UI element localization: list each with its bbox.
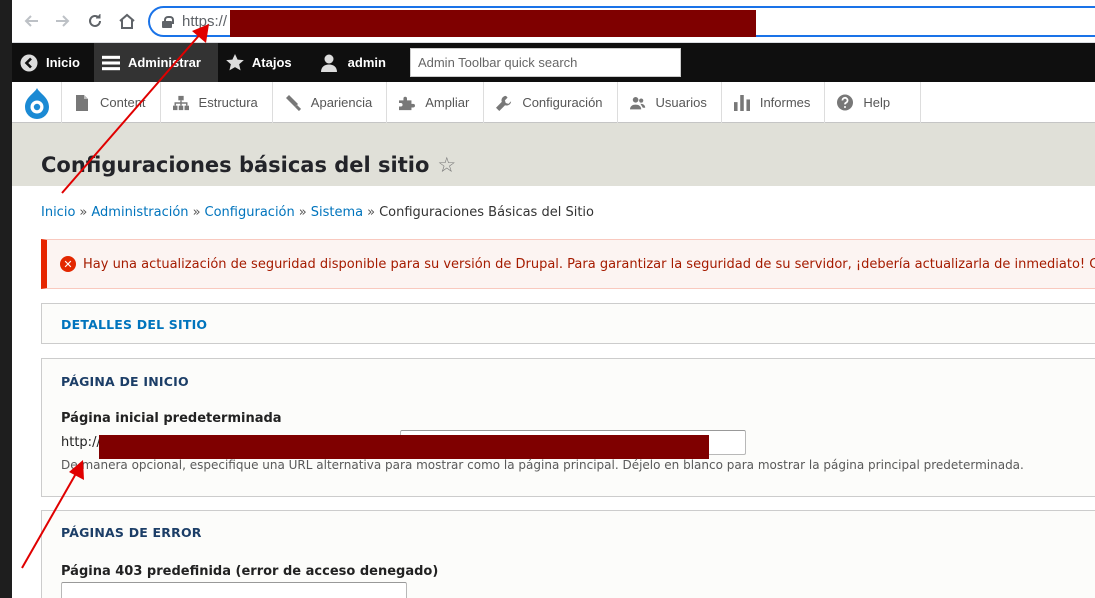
breadcrumb-separator: » [192,205,201,220]
toolbar-item-admin[interactable]: admin [306,43,400,82]
breadcrumb-link-configuracion[interactable]: Configuración [205,205,295,220]
admin-menu-tray: Content Estructura Apariencia Ampliar Co… [12,82,1095,123]
tray-label: Content [100,95,146,110]
site-details-section[interactable]: DETALLES DEL SITIO [41,303,1095,344]
tray-label: Help [863,95,891,110]
tray-label: Estructura [198,95,258,110]
tray-item-usuarios[interactable]: Usuarios [618,82,722,123]
tray-item-apariencia[interactable]: Apariencia [273,82,388,123]
bar-chart-icon [733,94,750,111]
reload-icon[interactable] [82,8,108,34]
browser-address-bar: https:// [12,0,1095,43]
page-header: Configuraciones básicas del sitio ☆ [12,123,1095,186]
shortcut-star-icon[interactable]: ☆ [437,153,456,177]
toolbar-item-atajos[interactable]: Atajos [218,43,306,82]
error-icon: ✕ [60,256,76,272]
toolbar-label: Administrar [127,55,201,70]
structure-icon [172,95,189,111]
breadcrumb-current: Configuraciones Básicas del Sitio [379,205,594,220]
redaction-block [99,435,709,459]
user-icon [320,54,338,72]
site-details-summary[interactable]: DETALLES DEL SITIO [61,317,207,332]
tray-label: Informes [759,95,811,110]
toolbar-label: Atajos [251,55,292,70]
menu-icon [101,54,120,72]
front-page-description: De manera opcional, especifique una URL … [61,458,1024,472]
front-page-summary[interactable]: PÁGINA DE INICIO [61,374,189,389]
front-page-field-label: Página inicial predeterminada [61,411,282,426]
toolbar-item-administrar[interactable]: Administrar [93,43,218,82]
back-circle-icon [20,54,38,72]
left-window-edge [0,0,12,598]
tray-label: Usuarios [655,95,707,110]
breadcrumb-link-sistema[interactable]: Sistema [311,205,363,220]
admin-toolbar-search-input[interactable]: Admin Toolbar quick search [409,48,681,77]
search-placeholder: Admin Toolbar quick search [417,55,578,70]
tray-label: Apariencia [310,95,373,110]
help-icon [837,94,854,111]
breadcrumb-link-administracion[interactable]: Administración [91,205,188,220]
toolbar-label: admin [347,55,386,70]
admin-toolbar: Inicio Administrar Atajos admin Admin To… [12,43,1095,82]
error-pages-summary[interactable]: PÁGINAS DE ERROR [61,525,202,540]
file-icon [74,94,90,111]
users-icon [629,95,646,111]
tray-label: Configuración [522,95,603,110]
brush-icon [285,94,301,111]
home-icon[interactable] [114,8,140,34]
tray-item-configuracion[interactable]: Configuración [484,82,618,123]
puzzle-icon [399,95,416,111]
page-title-text: Configuraciones básicas del sitio [41,153,430,177]
tray-label: Ampliar [425,95,470,110]
tray-item-content[interactable]: Content [62,82,161,123]
url-text: https:// [182,13,228,30]
lock-icon [162,15,174,28]
breadcrumb: Inicio» Administración» Configuración» Sist… [41,205,594,220]
tray-item-help[interactable]: Help [825,82,922,123]
tray-item-informes[interactable]: Informes [722,82,826,123]
page-title: Configuraciones básicas del sitio ☆ [41,153,456,177]
breadcrumb-link-inicio[interactable]: Inicio [41,205,75,220]
page-403-field-label: Página 403 predefinida (error de acceso … [61,564,439,579]
front-page-url-prefix: http:// [61,435,101,450]
error-pages-section: PÁGINAS DE ERROR Página 403 predefinida … [41,510,1095,598]
error-message-text: Hay una actualización de seguridad dispo… [83,256,1095,272]
tray-item-estructura[interactable]: Estructura [161,82,273,123]
breadcrumb-separator: » [79,205,88,220]
breadcrumb-separator: » [298,205,307,220]
security-update-error-message: ✕ Hay una actualización de seguridad dis… [41,239,1095,289]
page-403-input[interactable] [61,582,407,598]
toolbar-item-inicio[interactable]: Inicio [12,43,94,82]
wrench-icon [496,95,512,111]
front-page-section: PÁGINA DE INICIO Página inicial predeter… [41,358,1095,497]
breadcrumb-separator: » [367,205,376,220]
forward-icon[interactable] [50,8,76,34]
toolbar-label: Inicio [46,55,80,70]
star-icon [226,53,244,72]
redaction-block [230,10,756,37]
tray-item-ampliar[interactable]: Ampliar [387,82,485,123]
drupal-logo-icon[interactable] [12,82,62,123]
back-icon[interactable] [18,8,44,34]
